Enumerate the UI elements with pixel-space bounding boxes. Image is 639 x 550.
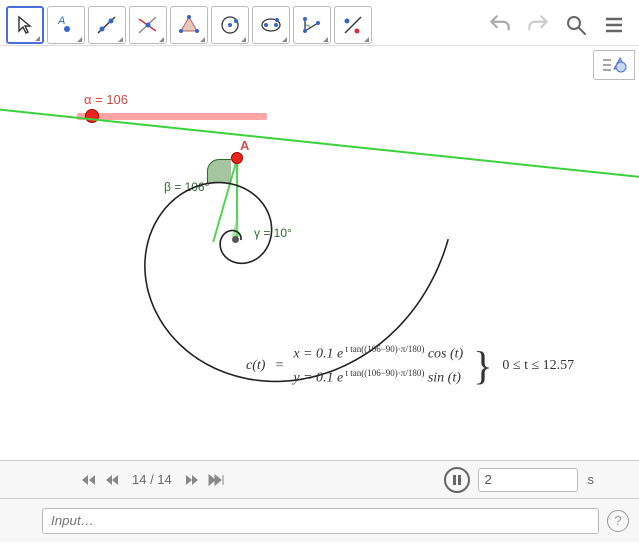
spiral-curve [0, 46, 639, 460]
polygon-tool[interactable] [170, 6, 208, 44]
formula-equations: x = 0.1 e t tan((106−90)·π/180) cos (t) … [293, 342, 463, 390]
prev-frame-button[interactable] [104, 473, 120, 487]
help-button[interactable]: ? [607, 510, 629, 532]
pause-icon [452, 475, 462, 485]
beta-angle-marker [207, 159, 231, 183]
ellipse-tool[interactable] [252, 6, 290, 44]
navigation-bar: 14 / 14 s [0, 460, 639, 498]
perpendicular-tool[interactable] [129, 6, 167, 44]
beta-label: β = 106° [164, 180, 209, 194]
formula-eq: = [275, 358, 283, 374]
search-button[interactable] [557, 6, 595, 44]
angle-tool[interactable] [293, 6, 331, 44]
svg-text:A: A [57, 15, 65, 27]
frame-counter: 14 / 14 [132, 472, 172, 487]
play-pause-button[interactable] [444, 467, 470, 493]
gamma-angle-marker [232, 219, 241, 237]
circle-center-tool[interactable] [211, 6, 249, 44]
gamma-label: γ = 10° [254, 226, 292, 240]
formula-brace: } [473, 346, 492, 386]
point-tool[interactable]: A [47, 6, 85, 44]
last-frame-button[interactable] [208, 473, 226, 487]
formula-range: 0 ≤ t ≤ 12.57 [502, 358, 574, 374]
undo-button[interactable] [481, 6, 519, 44]
speed-input[interactable] [478, 468, 578, 492]
toolbar: A [0, 0, 639, 46]
next-frame-button[interactable] [184, 473, 200, 487]
tangent-line [0, 107, 639, 184]
input-bar: ? [0, 498, 639, 542]
alpha-value-label: α = 106 [84, 92, 128, 107]
move-tool[interactable] [6, 6, 44, 44]
tool-group: A [6, 6, 372, 44]
point-a[interactable] [231, 152, 243, 164]
formula-lhs: c(t) [246, 358, 265, 374]
speed-unit-label: s [588, 472, 595, 487]
point-a-label: A [240, 138, 249, 153]
menu-button[interactable] [595, 6, 633, 44]
command-input[interactable] [42, 508, 599, 534]
redo-button[interactable] [519, 6, 557, 44]
formula-display: c(t) = x = 0.1 e t tan((106−90)·π/180) c… [246, 342, 574, 390]
line-tool[interactable] [88, 6, 126, 44]
style-bar-toggle[interactable] [593, 50, 635, 80]
reflect-tool[interactable] [334, 6, 372, 44]
center-point[interactable] [232, 236, 239, 243]
graphics-view[interactable]: α = 106 β = 106° γ = 10° A c(t) = x = 0.… [0, 46, 639, 460]
first-frame-button[interactable] [78, 473, 96, 487]
